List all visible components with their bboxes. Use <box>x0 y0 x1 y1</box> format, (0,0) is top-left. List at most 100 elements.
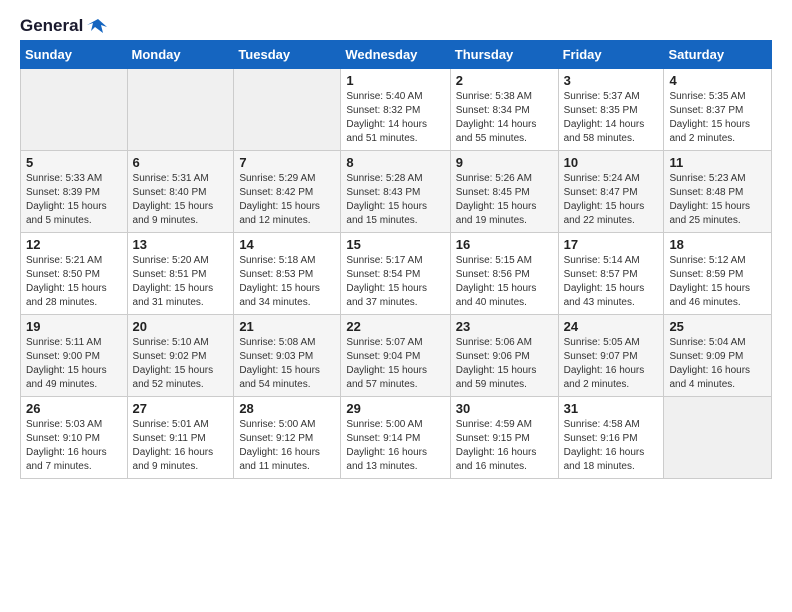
calendar-table: SundayMondayTuesdayWednesdayThursdayFrid… <box>20 40 772 479</box>
day-number: 9 <box>456 155 553 170</box>
day-number: 10 <box>564 155 659 170</box>
day-info: Sunrise: 5:00 AM Sunset: 9:14 PM Dayligh… <box>346 418 444 474</box>
day-info: Sunrise: 5:05 AM Sunset: 9:07 PM Dayligh… <box>564 336 659 392</box>
week-row-2: 5 Sunrise: 5:33 AM Sunset: 8:39 PM Daylig… <box>21 151 772 233</box>
day-info: Sunrise: 5:33 AM Sunset: 8:39 PM Dayligh… <box>26 172 122 228</box>
day-cell: 2Sunrise: 5:38 AM Sunset: 8:34 PM Daylig… <box>450 69 558 151</box>
day-cell: 9 Sunrise: 5:26 AM Sunset: 8:45 PM Daylig… <box>450 151 558 233</box>
day-info: Sunrise: 5:18 AM Sunset: 8:53 PM Dayligh… <box>239 254 335 310</box>
header-day-saturday: Saturday <box>664 41 772 69</box>
day-number: 31 <box>564 401 659 416</box>
header-day-sunday: Sunday <box>21 41 128 69</box>
day-number: 20 <box>133 319 229 334</box>
day-cell: 7 Sunrise: 5:29 AM Sunset: 8:42 PM Daylig… <box>234 151 341 233</box>
day-cell: 8 Sunrise: 5:28 AM Sunset: 8:43 PM Daylig… <box>341 151 450 233</box>
day-number: 30 <box>456 401 553 416</box>
day-number: 14 <box>239 237 335 252</box>
day-cell: 21 Sunrise: 5:08 AM Sunset: 9:03 PM Dayli… <box>234 315 341 397</box>
day-number: 26 <box>26 401 122 416</box>
day-number: 1 <box>346 73 444 88</box>
day-cell: 5 Sunrise: 5:33 AM Sunset: 8:39 PM Daylig… <box>21 151 128 233</box>
day-number: 5 <box>26 155 122 170</box>
logo-general: General <box>20 16 83 36</box>
day-cell: 14 Sunrise: 5:18 AM Sunset: 8:53 PM Dayli… <box>234 233 341 315</box>
day-number: 8 <box>346 155 444 170</box>
day-info: Sunrise: 5:01 AM Sunset: 9:11 PM Dayligh… <box>133 418 229 474</box>
day-info: Sunrise: 5:10 AM Sunset: 9:02 PM Dayligh… <box>133 336 229 392</box>
week-row-1: 1 Sunrise: 5:40 AM Sunset: 8:32 PM Daylig… <box>21 69 772 151</box>
day-number: 12 <box>26 237 122 252</box>
day-cell <box>234 69 341 151</box>
day-info: Sunrise: 5:40 AM Sunset: 8:32 PM Dayligh… <box>346 90 444 146</box>
day-number: 3 <box>564 73 659 88</box>
day-cell: 19Sunrise: 5:11 AM Sunset: 9:00 PM Dayli… <box>21 315 128 397</box>
header-day-wednesday: Wednesday <box>341 41 450 69</box>
calendar-page: General SundayMondayTuesdayWednesdayThur… <box>0 0 792 495</box>
day-info: Sunrise: 5:28 AM Sunset: 8:43 PM Dayligh… <box>346 172 444 228</box>
day-info: Sunrise: 5:04 AM Sunset: 9:09 PM Dayligh… <box>669 336 766 392</box>
day-number: 6 <box>133 155 229 170</box>
day-info: Sunrise: 5:29 AM Sunset: 8:42 PM Dayligh… <box>239 172 335 228</box>
day-cell: 18 Sunrise: 5:12 AM Sunset: 8:59 PM Dayli… <box>664 233 772 315</box>
week-row-3: 12 Sunrise: 5:21 AM Sunset: 8:50 PM Dayli… <box>21 233 772 315</box>
day-info: Sunrise: 4:59 AM Sunset: 9:15 PM Dayligh… <box>456 418 553 474</box>
day-info: Sunrise: 5:00 AM Sunset: 9:12 PM Dayligh… <box>239 418 335 474</box>
day-info: Sunrise: 5:12 AM Sunset: 8:59 PM Dayligh… <box>669 254 766 310</box>
day-cell: 26Sunrise: 5:03 AM Sunset: 9:10 PM Dayli… <box>21 397 128 479</box>
day-number: 18 <box>669 237 766 252</box>
day-cell <box>664 397 772 479</box>
day-cell: 17 Sunrise: 5:14 AM Sunset: 8:57 PM Dayli… <box>558 233 664 315</box>
day-cell: 4 Sunrise: 5:35 AM Sunset: 8:37 PM Daylig… <box>664 69 772 151</box>
day-info: Sunrise: 5:23 AM Sunset: 8:48 PM Dayligh… <box>669 172 766 228</box>
header-day-tuesday: Tuesday <box>234 41 341 69</box>
day-number: 24 <box>564 319 659 334</box>
day-info: Sunrise: 5:38 AM Sunset: 8:34 PM Dayligh… <box>456 90 553 146</box>
day-number: 11 <box>669 155 766 170</box>
day-number: 7 <box>239 155 335 170</box>
day-cell: 11 Sunrise: 5:23 AM Sunset: 8:48 PM Dayli… <box>664 151 772 233</box>
header: General <box>20 16 772 32</box>
day-number: 25 <box>669 319 766 334</box>
day-info: Sunrise: 5:37 AM Sunset: 8:35 PM Dayligh… <box>564 90 659 146</box>
day-number: 16 <box>456 237 553 252</box>
day-info: Sunrise: 5:24 AM Sunset: 8:47 PM Dayligh… <box>564 172 659 228</box>
day-info: Sunrise: 5:11 AM Sunset: 9:00 PM Dayligh… <box>26 336 122 392</box>
day-cell: 28 Sunrise: 5:00 AM Sunset: 9:12 PM Dayli… <box>234 397 341 479</box>
day-cell <box>127 69 234 151</box>
day-cell: 31 Sunrise: 4:58 AM Sunset: 9:16 PM Dayli… <box>558 397 664 479</box>
day-cell: 23 Sunrise: 5:06 AM Sunset: 9:06 PM Dayli… <box>450 315 558 397</box>
day-info: Sunrise: 5:35 AM Sunset: 8:37 PM Dayligh… <box>669 90 766 146</box>
week-row-5: 26Sunrise: 5:03 AM Sunset: 9:10 PM Dayli… <box>21 397 772 479</box>
logo: General <box>20 16 109 32</box>
day-cell: 12 Sunrise: 5:21 AM Sunset: 8:50 PM Dayli… <box>21 233 128 315</box>
day-number: 23 <box>456 319 553 334</box>
day-info: Sunrise: 5:20 AM Sunset: 8:51 PM Dayligh… <box>133 254 229 310</box>
header-day-thursday: Thursday <box>450 41 558 69</box>
day-cell: 13Sunrise: 5:20 AM Sunset: 8:51 PM Dayli… <box>127 233 234 315</box>
day-info: Sunrise: 4:58 AM Sunset: 9:16 PM Dayligh… <box>564 418 659 474</box>
day-cell: 10 Sunrise: 5:24 AM Sunset: 8:47 PM Dayli… <box>558 151 664 233</box>
header-day-monday: Monday <box>127 41 234 69</box>
day-number: 29 <box>346 401 444 416</box>
day-cell: 24 Sunrise: 5:05 AM Sunset: 9:07 PM Dayli… <box>558 315 664 397</box>
day-number: 17 <box>564 237 659 252</box>
week-row-4: 19Sunrise: 5:11 AM Sunset: 9:00 PM Dayli… <box>21 315 772 397</box>
day-info: Sunrise: 5:14 AM Sunset: 8:57 PM Dayligh… <box>564 254 659 310</box>
day-info: Sunrise: 5:26 AM Sunset: 8:45 PM Dayligh… <box>456 172 553 228</box>
day-info: Sunrise: 5:15 AM Sunset: 8:56 PM Dayligh… <box>456 254 553 310</box>
day-info: Sunrise: 5:08 AM Sunset: 9:03 PM Dayligh… <box>239 336 335 392</box>
day-number: 4 <box>669 73 766 88</box>
day-info: Sunrise: 5:06 AM Sunset: 9:06 PM Dayligh… <box>456 336 553 392</box>
day-cell <box>21 69 128 151</box>
day-number: 21 <box>239 319 335 334</box>
day-cell: 15Sunrise: 5:17 AM Sunset: 8:54 PM Dayli… <box>341 233 450 315</box>
header-row: SundayMondayTuesdayWednesdayThursdayFrid… <box>21 41 772 69</box>
day-cell: 25 Sunrise: 5:04 AM Sunset: 9:09 PM Dayli… <box>664 315 772 397</box>
day-cell: 1 Sunrise: 5:40 AM Sunset: 8:32 PM Daylig… <box>341 69 450 151</box>
day-cell: 30 Sunrise: 4:59 AM Sunset: 9:15 PM Dayli… <box>450 397 558 479</box>
day-number: 28 <box>239 401 335 416</box>
day-info: Sunrise: 5:21 AM Sunset: 8:50 PM Dayligh… <box>26 254 122 310</box>
day-cell: 27Sunrise: 5:01 AM Sunset: 9:11 PM Dayli… <box>127 397 234 479</box>
day-info: Sunrise: 5:31 AM Sunset: 8:40 PM Dayligh… <box>133 172 229 228</box>
day-cell: 29 Sunrise: 5:00 AM Sunset: 9:14 PM Dayli… <box>341 397 450 479</box>
